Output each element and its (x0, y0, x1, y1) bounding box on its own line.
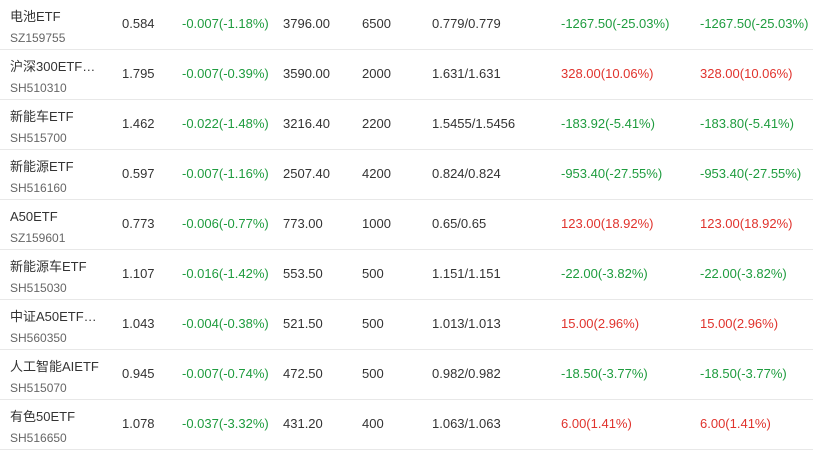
current-price: 0.773 (122, 216, 155, 231)
total-profit-loss: -22.00(-3.82%) (700, 266, 787, 281)
floating-profit-loss: 15.00(2.96%) (561, 316, 640, 331)
current-price: 1.078 (122, 416, 155, 431)
etf-name: 人工智能AIETF (10, 359, 99, 374)
holdings-table: 电池ETF SZ159755 0.584 -0.007(-1.18%) 3796… (0, 0, 813, 456)
cost-price: 1.063/1.063 (432, 416, 501, 431)
holding-row[interactable]: 新能源ETF SH516160 0.597 -0.007(-1.16%) 250… (0, 150, 813, 200)
current-price: 1.043 (122, 316, 155, 331)
position-quantity: 6500 (362, 16, 391, 31)
cost-price: 0.824/0.824 (432, 166, 501, 181)
price-change: -0.016(-1.42%) (182, 266, 269, 281)
price-change: -0.007(-0.74%) (182, 366, 269, 381)
price-change: -0.006(-0.77%) (182, 216, 269, 231)
current-price: 0.945 (122, 366, 155, 381)
price-change: -0.004(-0.38%) (182, 316, 269, 331)
cost-price: 0.779/0.779 (432, 16, 501, 31)
position-quantity: 1000 (362, 216, 391, 231)
cost-price: 1.151/1.151 (432, 266, 501, 281)
etf-name: 新能车ETF (10, 109, 74, 124)
etf-code: SH560350 (10, 331, 67, 345)
current-price: 1.462 (122, 116, 155, 131)
etf-name: A50ETF (10, 209, 58, 224)
position-quantity: 2200 (362, 116, 391, 131)
floating-profit-loss: 6.00(1.41%) (561, 416, 632, 431)
holding-row[interactable]: 有色50ETF SH516650 1.078 -0.037(-3.32%) 43… (0, 400, 813, 450)
holding-row[interactable]: 电池ETF SZ159755 0.584 -0.007(-1.18%) 3796… (0, 0, 813, 50)
holding-row[interactable]: 新能车ETF SH515700 1.462 -0.022(-1.48%) 321… (0, 100, 813, 150)
cost-price: 0.65/0.65 (432, 216, 487, 231)
holding-row[interactable]: 沪深300ETF… SH510310 1.795 -0.007(-0.39%) … (0, 50, 813, 100)
etf-name: 有色50ETF (10, 409, 76, 424)
price-change: -0.007(-0.39%) (182, 66, 269, 81)
holding-row[interactable]: A50ETF SZ159601 0.773 -0.006(-0.77%) 773… (0, 200, 813, 250)
etf-name: 沪深300ETF… (10, 59, 96, 74)
floating-profit-loss: -22.00(-3.82%) (561, 266, 648, 281)
cost-price: 0.982/0.982 (432, 366, 501, 381)
floating-profit-loss: -18.50(-3.77%) (561, 366, 648, 381)
etf-code: SH510310 (10, 81, 67, 95)
current-price: 1.107 (122, 266, 155, 281)
etf-name: 电池ETF (10, 9, 61, 24)
total-profit-loss: 15.00(2.96%) (700, 316, 779, 331)
etf-code: SH515030 (10, 281, 67, 295)
cost-price: 1.5455/1.5456 (432, 116, 516, 131)
floating-profit-loss: -953.40(-27.55%) (561, 166, 663, 181)
etf-name: 中证A50ETF… (10, 309, 97, 324)
floating-profit-loss: -183.92(-5.41%) (561, 116, 655, 131)
position-quantity: 500 (362, 266, 384, 281)
price-change: -0.007(-1.18%) (182, 16, 269, 31)
market-value: 3796.00 (283, 16, 330, 31)
etf-code: SZ159755 (10, 31, 66, 45)
position-quantity: 2000 (362, 66, 391, 81)
holding-row[interactable]: 中证A50ETF… SH560350 1.043 -0.004(-0.38%) … (0, 300, 813, 350)
current-price: 1.795 (122, 66, 155, 81)
price-change: -0.037(-3.32%) (182, 416, 269, 431)
holding-row[interactable]: 新能源车ETF SH515030 1.107 -0.016(-1.42%) 55… (0, 250, 813, 300)
holding-row[interactable]: 人工智能AIETF SH515070 0.945 -0.007(-0.74%) … (0, 350, 813, 400)
current-price: 0.584 (122, 16, 155, 31)
total-profit-loss: -18.50(-3.77%) (700, 366, 787, 381)
market-value: 2507.40 (283, 166, 330, 181)
current-price: 0.597 (122, 166, 155, 181)
floating-profit-loss: 328.00(10.06%) (561, 66, 654, 81)
cost-price: 1.631/1.631 (432, 66, 501, 81)
market-value: 3216.40 (283, 116, 330, 131)
market-value: 431.20 (283, 416, 323, 431)
etf-code: SH515070 (10, 381, 67, 395)
market-value: 521.50 (283, 316, 323, 331)
price-change: -0.007(-1.16%) (182, 166, 269, 181)
total-profit-loss: -183.80(-5.41%) (700, 116, 794, 131)
floating-profit-loss: 123.00(18.92%) (561, 216, 654, 231)
position-quantity: 400 (362, 416, 384, 431)
position-quantity: 4200 (362, 166, 391, 181)
market-value: 773.00 (283, 216, 323, 231)
etf-code: SH516160 (10, 181, 67, 195)
total-profit-loss: -953.40(-27.55%) (700, 166, 802, 181)
price-change: -0.022(-1.48%) (182, 116, 269, 131)
position-quantity: 500 (362, 366, 384, 381)
market-value: 553.50 (283, 266, 323, 281)
total-profit-loss: 328.00(10.06%) (700, 66, 793, 81)
cost-price: 1.013/1.013 (432, 316, 501, 331)
market-value: 472.50 (283, 366, 323, 381)
total-profit-loss: 6.00(1.41%) (700, 416, 771, 431)
market-value: 3590.00 (283, 66, 330, 81)
etf-name: 新能源ETF (10, 159, 74, 174)
etf-code: SH515700 (10, 131, 67, 145)
floating-profit-loss: -1267.50(-25.03%) (561, 16, 670, 31)
total-profit-loss: -1267.50(-25.03%) (700, 16, 809, 31)
etf-code: SH516650 (10, 431, 67, 445)
position-quantity: 500 (362, 316, 384, 331)
etf-code: SZ159601 (10, 231, 66, 245)
total-profit-loss: 123.00(18.92%) (700, 216, 793, 231)
etf-name: 新能源车ETF (10, 259, 87, 274)
